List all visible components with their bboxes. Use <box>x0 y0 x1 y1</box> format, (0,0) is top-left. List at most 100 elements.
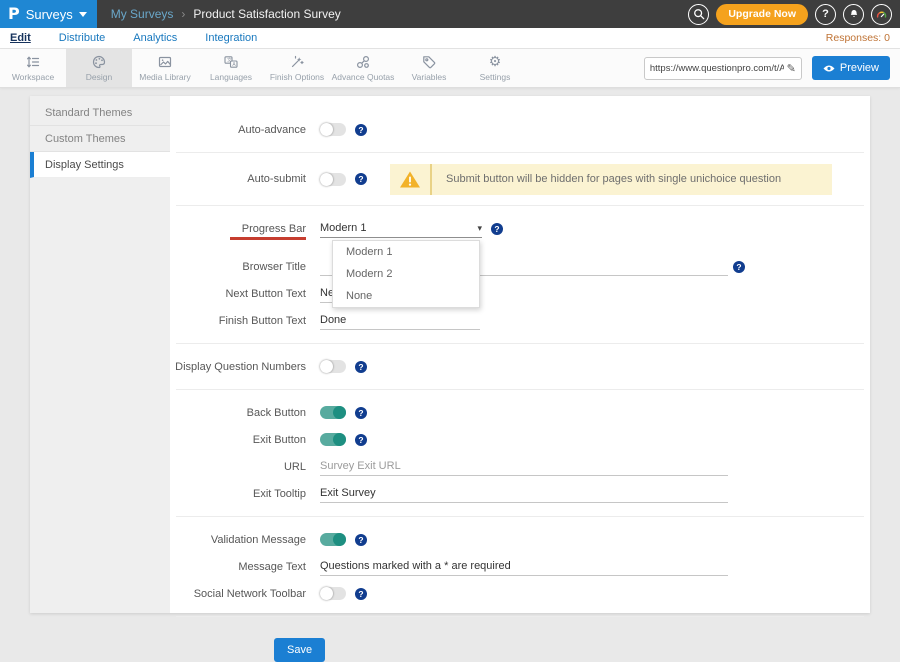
auto-advance-help-icon[interactable]: ? <box>355 124 367 136</box>
auto-submit-help-icon[interactable]: ? <box>355 173 367 185</box>
toolbar-settings[interactable]: ⚙ Settings <box>462 49 528 87</box>
save-button[interactable]: Save <box>274 638 325 662</box>
row-progress-bar: Progress Bar Modern 1 ▾ Modern 1 Modern … <box>170 215 870 242</box>
responses-count[interactable]: Responses: 0 <box>826 32 890 44</box>
display-settings-form: Auto-advance ? Auto-submit ? Submit butt… <box>170 96 870 613</box>
progress-bar-help-icon[interactable]: ? <box>491 223 503 235</box>
product-switcher[interactable]: P Surveys <box>0 0 97 28</box>
divider <box>176 516 864 517</box>
tab-distribute[interactable]: Distribute <box>59 32 105 44</box>
browser-title-help-icon[interactable]: ? <box>733 261 745 273</box>
auto-submit-toggle[interactable] <box>320 173 346 186</box>
exit-url-input[interactable] <box>320 458 728 476</box>
social-network-toolbar-label: Social Network Toolbar <box>170 588 320 600</box>
toggle-knob <box>320 123 333 136</box>
toolbar-finish-options-label: Finish Options <box>270 72 324 82</box>
message-text-input[interactable] <box>320 558 728 576</box>
eye-icon <box>823 64 835 73</box>
validation-message-toggle[interactable] <box>320 533 346 546</box>
help-button[interactable]: ? <box>815 4 836 25</box>
row-display-question-numbers: Display Question Numbers ? <box>170 353 870 380</box>
exit-url-label: URL <box>170 461 320 473</box>
toolbar-advance-quotas-label: Advance Quotas <box>332 72 395 82</box>
edit-url-icon[interactable]: ✎ <box>787 62 796 75</box>
exit-button-toggle[interactable] <box>320 433 346 446</box>
auto-advance-label: Auto-advance <box>170 124 320 136</box>
settings-icon: ⚙ <box>489 54 502 70</box>
divider <box>176 205 864 206</box>
toolbar-design[interactable]: Design <box>66 49 132 87</box>
edit-toolbar: Workspace Design Media Library 文A Langua… <box>0 49 900 88</box>
search-button[interactable] <box>688 4 709 25</box>
breadcrumb: My Surveys › Product Satisfaction Survey <box>97 0 341 28</box>
row-social-network-toolbar: Social Network Toolbar ? <box>170 580 870 607</box>
toolbar-variables-label: Variables <box>412 72 447 82</box>
toolbar-variables[interactable]: Variables <box>396 49 462 87</box>
gauge-icon <box>875 8 888 21</box>
back-button-label: Back Button <box>170 407 320 419</box>
validation-message-help-icon[interactable]: ? <box>355 534 367 546</box>
display-question-numbers-help-icon[interactable]: ? <box>355 361 367 373</box>
dropdown-option-none[interactable]: None <box>333 285 479 307</box>
toolbar-workspace-label: Workspace <box>12 72 54 82</box>
question-mark-icon: ? <box>822 8 829 20</box>
toggle-knob <box>333 533 346 546</box>
toolbar-media-library[interactable]: Media Library <box>132 49 198 87</box>
progress-bar-label: Progress Bar <box>170 223 320 235</box>
upgrade-now-button[interactable]: Upgrade Now <box>716 4 808 25</box>
bell-icon <box>848 8 860 20</box>
social-network-toolbar-toggle[interactable] <box>320 587 346 600</box>
tab-analytics[interactable]: Analytics <box>133 32 177 44</box>
display-question-numbers-toggle[interactable] <box>320 360 346 373</box>
toolbar-design-label: Design <box>86 72 112 82</box>
row-browser-title: Browser Title ? <box>170 253 870 280</box>
survey-title: Product Satisfaction Survey <box>193 7 340 21</box>
dropdown-option-modern-1[interactable]: Modern 1 <box>333 241 479 263</box>
toggle-knob <box>333 406 346 419</box>
row-message-text: Message Text <box>170 553 870 580</box>
toggle-knob <box>320 360 333 373</box>
sidebar-item-display-settings[interactable]: Display Settings <box>30 152 170 178</box>
row-finish-button-text: Finish Button Text <box>170 307 870 334</box>
tab-edit[interactable]: Edit <box>10 32 31 44</box>
progress-bar-select-wrap: Modern 1 ▾ Modern 1 Modern 2 None <box>320 219 482 238</box>
account-usage-button[interactable] <box>871 4 892 25</box>
sidebar-item-custom-themes[interactable]: Custom Themes <box>30 126 170 152</box>
exit-tooltip-input[interactable] <box>320 485 728 503</box>
tab-integration[interactable]: Integration <box>205 32 257 44</box>
design-panel: Standard Themes Custom Themes Display Se… <box>30 96 870 613</box>
finish-button-text-input[interactable] <box>320 312 480 330</box>
finish-button-text-label: Finish Button Text <box>170 315 320 327</box>
toolbar-workspace[interactable]: Workspace <box>0 49 66 87</box>
social-network-toolbar-help-icon[interactable]: ? <box>355 588 367 600</box>
validation-message-label: Validation Message <box>170 534 320 546</box>
progress-bar-dropdown-menu: Modern 1 Modern 2 None <box>332 240 480 308</box>
row-exit-url: URL <box>170 453 870 480</box>
dropdown-option-modern-2[interactable]: Modern 2 <box>333 263 479 285</box>
survey-url-input[interactable] <box>650 63 784 74</box>
progress-bar-select[interactable]: Modern 1 ▾ <box>320 219 482 238</box>
toolbar-advance-quotas[interactable]: Advance Quotas <box>330 49 396 87</box>
advance-quotas-icon <box>355 54 371 70</box>
notifications-button[interactable] <box>843 4 864 25</box>
auto-advance-toggle[interactable] <box>320 123 346 136</box>
progress-bar-label-text: Progress Bar <box>242 223 306 235</box>
toolbar-finish-options[interactable]: Finish Options <box>264 49 330 87</box>
preview-button[interactable]: Preview <box>812 56 890 80</box>
auto-submit-label: Auto-submit <box>170 173 320 185</box>
warning-triangle-icon <box>399 170 421 189</box>
sidebar-item-standard-themes[interactable]: Standard Themes <box>30 100 170 126</box>
divider <box>176 343 864 344</box>
progress-bar-selected-value: Modern 1 <box>320 222 366 234</box>
breadcrumb-my-surveys[interactable]: My Surveys <box>111 7 174 21</box>
row-next-button-text: Next Button Text <box>170 280 870 307</box>
exit-tooltip-label: Exit Tooltip <box>170 488 320 500</box>
workspace-icon <box>25 54 41 70</box>
toolbar-languages[interactable]: 文A Languages <box>198 49 264 87</box>
row-exit-button: Exit Button ? <box>170 426 870 453</box>
exit-button-help-icon[interactable]: ? <box>355 434 367 446</box>
divider <box>176 152 864 153</box>
back-button-toggle[interactable] <box>320 406 346 419</box>
back-button-help-icon[interactable]: ? <box>355 407 367 419</box>
toolbar-languages-label: Languages <box>210 72 252 82</box>
